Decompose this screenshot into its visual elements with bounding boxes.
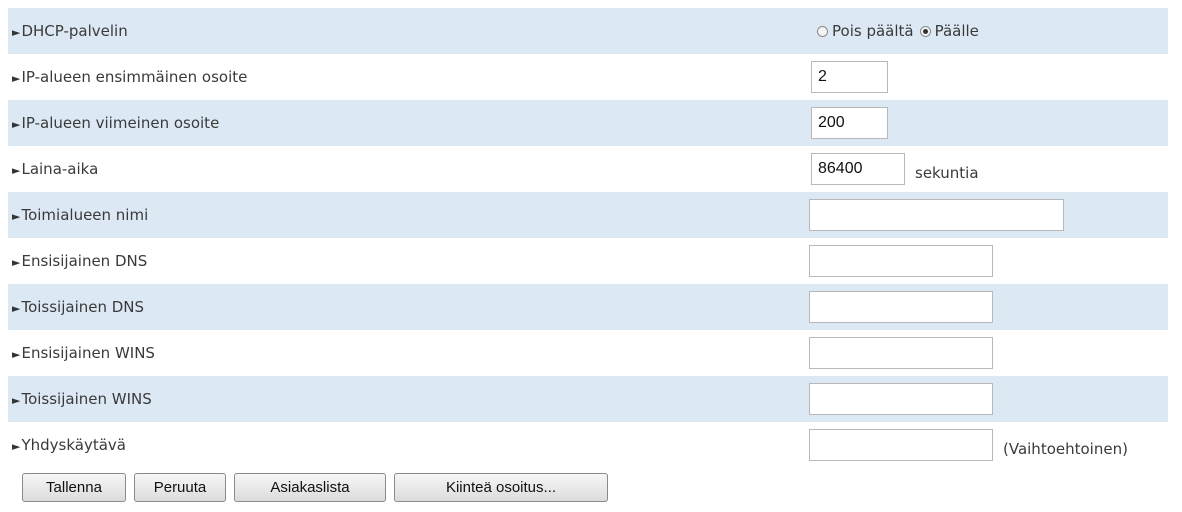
static-address-button[interactable]: Kiinteä osoitus... [394, 473, 608, 502]
primary-wins-label: ►Ensisijainen WINS [12, 344, 155, 362]
dhcp-server-radio-group: Pois päältä Päälle [809, 8, 985, 54]
ip-start-input[interactable] [811, 61, 888, 93]
dhcp-on-radio[interactable] [919, 25, 931, 37]
ip-end-input[interactable] [811, 107, 888, 139]
form-actions: Tallenna Peruuta Asiakaslista Kiinteä os… [22, 473, 608, 502]
save-button[interactable]: Tallenna [22, 473, 126, 502]
dhcp-off-radio[interactable] [817, 25, 828, 37]
gateway-label: ►Yhdyskäytävä [12, 436, 126, 454]
row-ip-start: ►IP-alueen ensimmäinen osoite [8, 54, 1168, 100]
domain-name-input[interactable] [809, 199, 1064, 231]
gateway-optional-note: (Vaihtoehtoinen) [1003, 440, 1128, 458]
primary-wins-input[interactable] [809, 337, 993, 369]
row-dhcp-server: ►DHCP-palvelin Pois päältä Päälle [8, 8, 1168, 54]
row-primary-dns: ►Ensisijainen DNS [8, 238, 1168, 284]
bullet-arrow-icon: ► [12, 210, 21, 223]
primary-dns-input[interactable] [809, 245, 993, 277]
row-lease-time: ►Laina-aika sekuntia [8, 146, 1168, 192]
bullet-arrow-icon: ► [12, 26, 21, 39]
bullet-arrow-icon: ► [12, 256, 21, 269]
primary-dns-label: ►Ensisijainen DNS [12, 252, 148, 270]
domain-name-label: ►Toimialueen nimi [12, 206, 149, 224]
row-gateway: ►Yhdyskäytävä (Vaihtoehtoinen) [8, 422, 1168, 468]
row-domain-name: ►Toimialueen nimi [8, 192, 1168, 238]
bullet-arrow-icon: ► [12, 394, 21, 407]
row-secondary-dns: ►Toissijainen DNS [8, 284, 1168, 330]
ip-start-label: ►IP-alueen ensimmäinen osoite [12, 68, 248, 86]
secondary-dns-label: ►Toissijainen DNS [12, 298, 145, 316]
ip-end-label: ►IP-alueen viimeinen osoite [12, 114, 220, 132]
client-list-button[interactable]: Asiakaslista [234, 473, 386, 502]
row-ip-end: ►IP-alueen viimeinen osoite [8, 100, 1168, 146]
lease-time-input[interactable] [811, 153, 905, 185]
dhcp-server-label: ►DHCP-palvelin [12, 22, 128, 40]
dhcp-off-label: Pois päältä [832, 22, 914, 40]
bullet-arrow-icon: ► [12, 72, 21, 85]
row-primary-wins: ►Ensisijainen WINS [8, 330, 1168, 376]
secondary-wins-input[interactable] [809, 383, 993, 415]
dhcp-on-label: Päälle [934, 22, 979, 40]
bullet-arrow-icon: ► [12, 118, 21, 131]
lease-time-unit: sekuntia [915, 164, 979, 182]
secondary-dns-input[interactable] [809, 291, 993, 323]
secondary-wins-label: ►Toissijainen WINS [12, 390, 152, 408]
dhcp-settings-form: ►DHCP-palvelin Pois päältä Päälle ►IP-al… [8, 8, 1168, 468]
bullet-arrow-icon: ► [12, 348, 21, 361]
bullet-arrow-icon: ► [12, 302, 21, 315]
bullet-arrow-icon: ► [12, 164, 21, 177]
cancel-button[interactable]: Peruuta [134, 473, 226, 502]
gateway-input[interactable] [809, 429, 993, 461]
row-secondary-wins: ►Toissijainen WINS [8, 376, 1168, 422]
lease-time-label: ►Laina-aika [12, 160, 99, 178]
bullet-arrow-icon: ► [12, 440, 21, 453]
